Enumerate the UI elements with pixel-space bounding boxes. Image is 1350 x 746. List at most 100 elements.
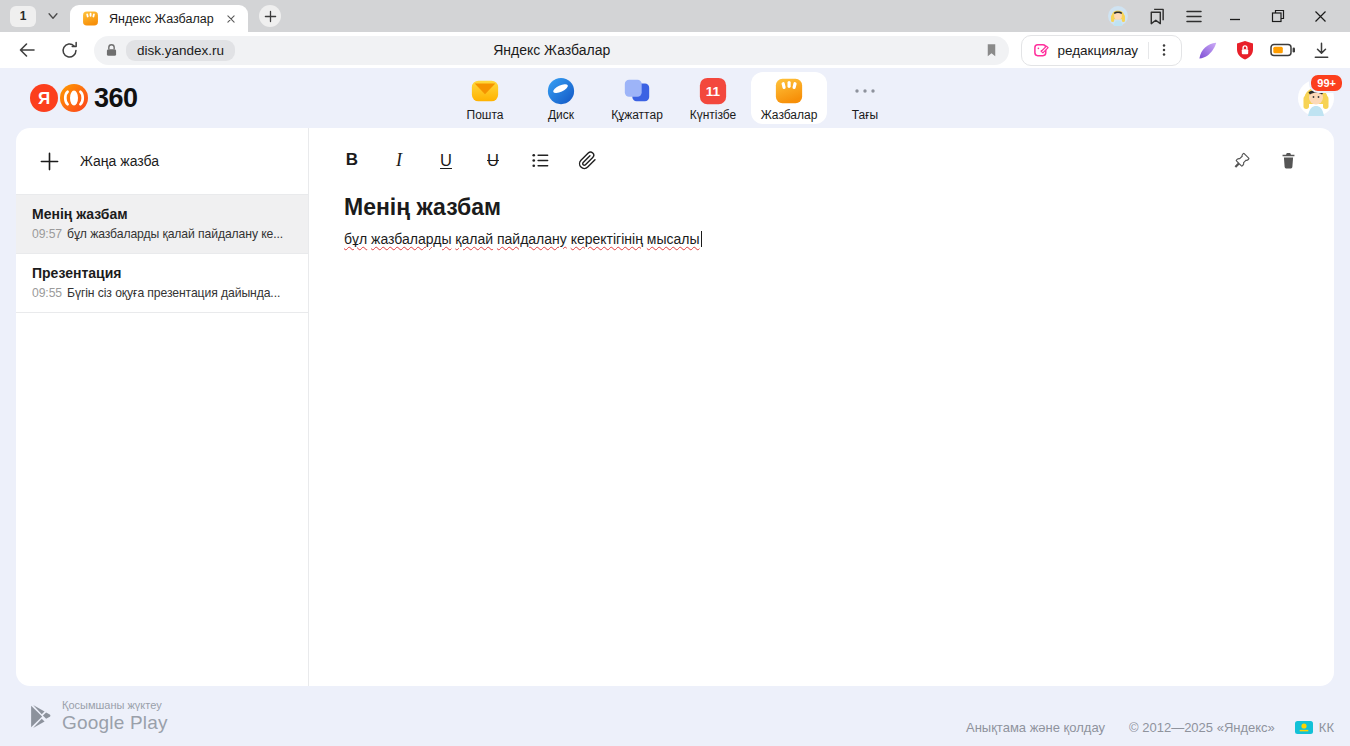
kazakhstan-flag-icon <box>1295 721 1313 734</box>
service-label: Диск <box>548 109 574 121</box>
more-dots-icon <box>854 76 876 106</box>
window-minimize-button[interactable] <box>1213 1 1256 31</box>
downloads-button[interactable] <box>1302 35 1340 65</box>
italic-glyph: I <box>396 150 402 171</box>
notification-badge: 99+ <box>1309 73 1344 93</box>
browser-tab[interactable]: Яндекс Жазбалар <box>70 5 248 32</box>
new-note-button[interactable]: Жаңа жазба <box>16 128 308 195</box>
edit-sticker-icon <box>1033 42 1050 59</box>
page-footer: Қосымшаны жүктеу Google Play Анықтама жә… <box>0 686 1350 746</box>
hamburger-menu-icon <box>1186 10 1202 23</box>
new-tab-button[interactable] <box>259 5 281 27</box>
notes-app-content: Жаңа жазба Менің жазбам 09:57 бұл жазбал… <box>16 128 1334 686</box>
edit-more-button[interactable] <box>1149 36 1179 64</box>
documents-icon <box>622 76 652 106</box>
copyright-text: © 2012—2025 «Яндекс» <box>1129 720 1275 735</box>
url-text[interactable]: disk.yandex.ru <box>126 40 235 61</box>
yandex-logo-icon: Я <box>30 84 58 112</box>
note-time: 09:57 <box>32 227 62 241</box>
bold-glyph: B <box>346 150 358 170</box>
window-close-button[interactable] <box>1299 1 1342 31</box>
google-play-caption: Қосымшаны жүктеу <box>62 699 168 711</box>
service-label: Жазбалар <box>761 109 818 121</box>
browser-tab-bar: 1 Яндекс Жазбалар <box>0 0 1350 32</box>
browser-menu-button[interactable] <box>1175 3 1213 29</box>
edit-mode-label: редакциялау <box>1057 43 1138 58</box>
shield-lock-icon <box>1235 40 1255 61</box>
language-switcher[interactable]: КК <box>1295 720 1334 735</box>
google-play-icon <box>28 704 53 729</box>
new-note-label: Жаңа жазба <box>80 153 159 169</box>
note-body-field[interactable]: бұл жазбаларды қалай пайдалану керектігі… <box>344 231 1298 247</box>
service-mail[interactable]: Пошта <box>447 72 523 124</box>
note-time: 09:55 <box>32 286 62 300</box>
logo-360-text: 360 <box>94 83 138 114</box>
battery-indicator[interactable] <box>1264 35 1302 65</box>
note-list-item[interactable]: Менің жазбам 09:57 бұл жазбаларды қалай … <box>16 195 308 254</box>
plus-icon <box>264 10 277 23</box>
browser-pen-extension-button[interactable] <box>1188 35 1226 65</box>
note-title-field[interactable]: Менің жазбам <box>344 194 1298 221</box>
tab-group-badge[interactable]: 1 <box>10 6 36 27</box>
lock-icon <box>104 42 119 58</box>
note-preview: бұл жазбаларды қалай пайдалану ке... <box>67 227 283 241</box>
tab-close-button[interactable] <box>222 10 240 28</box>
service-more[interactable]: Тағы <box>827 72 903 124</box>
plus-icon <box>39 151 60 172</box>
service-label: Тағы <box>852 109 878 121</box>
service-docs[interactable]: Құжаттар <box>599 72 675 124</box>
strikethrough-button[interactable]: U <box>477 144 509 176</box>
bold-button[interactable]: B <box>336 144 368 176</box>
notes-favicon <box>82 10 99 27</box>
delete-note-button[interactable] <box>1272 144 1304 176</box>
back-arrow-icon <box>17 40 37 60</box>
notes-icon <box>774 76 804 106</box>
svg-text:Я: Я <box>38 89 50 108</box>
tab-list-chevron-button[interactable] <box>40 3 66 29</box>
google-play-link[interactable]: Қосымшаны жүктеу Google Play <box>28 699 168 734</box>
360-logo-icon <box>60 84 88 112</box>
note-list-item[interactable]: Презентация 09:55 Бүгін сіз оқуға презен… <box>16 254 308 313</box>
protect-shield-button[interactable] <box>1226 35 1264 65</box>
attach-button[interactable] <box>571 144 603 176</box>
reload-icon <box>60 41 79 60</box>
service-label: Күнтізбе <box>690 109 737 121</box>
download-icon <box>1312 41 1331 60</box>
chevron-down-icon <box>46 9 60 23</box>
service-disk[interactable]: Диск <box>523 72 599 124</box>
back-button[interactable] <box>12 35 42 65</box>
window-restore-button[interactable] <box>1256 1 1299 31</box>
service-label: Құжаттар <box>611 109 663 121</box>
battery-icon <box>1270 40 1296 60</box>
reload-button[interactable] <box>54 35 84 65</box>
help-link[interactable]: Анықтама және қолдау <box>966 720 1105 735</box>
close-icon <box>224 12 238 26</box>
bookmark-button[interactable] <box>984 42 999 58</box>
kebab-menu-icon <box>1157 43 1171 57</box>
italic-button[interactable]: I <box>383 144 415 176</box>
profile-avatar[interactable]: 99+ <box>1298 80 1334 116</box>
yandex360-logo[interactable]: Я 360 <box>30 83 138 114</box>
language-label: КК <box>1319 720 1334 735</box>
pin-icon <box>1233 151 1251 169</box>
bookmark-icon <box>984 42 999 58</box>
yandex360-header: Я 360 Пошта <box>0 68 1350 128</box>
service-calendar[interactable]: 11 Күнтізбе <box>675 72 751 124</box>
omnibox[interactable]: disk.yandex.ru Яндекс Жазбалар <box>94 36 1009 65</box>
browser-address-bar: disk.yandex.ru Яндекс Жазбалар редакциял… <box>0 32 1350 68</box>
service-notes[interactable]: Жазбалар <box>751 72 827 124</box>
notes-sidebar: Жаңа жазба Менің жазбам 09:57 бұл жазбал… <box>16 128 309 686</box>
edit-mode-button[interactable]: редакциялау <box>1021 35 1182 66</box>
close-icon <box>1314 10 1327 23</box>
services-nav: Пошта Диск Құжаттар <box>447 68 903 128</box>
pin-note-button[interactable] <box>1226 144 1258 176</box>
trash-icon <box>1280 151 1297 169</box>
list-button[interactable] <box>524 144 556 176</box>
underline-button[interactable]: U <box>430 144 462 176</box>
tab-title: Яндекс Жазбалар <box>109 12 222 26</box>
bookmarks-panel-button[interactable] <box>1137 3 1175 29</box>
note-preview: Бүгін сіз оқуға презентация дайында... <box>67 286 280 300</box>
paperclip-icon <box>578 151 597 170</box>
bookmarks-icon <box>1147 7 1166 26</box>
browser-profile-avatar[interactable] <box>1099 3 1137 29</box>
